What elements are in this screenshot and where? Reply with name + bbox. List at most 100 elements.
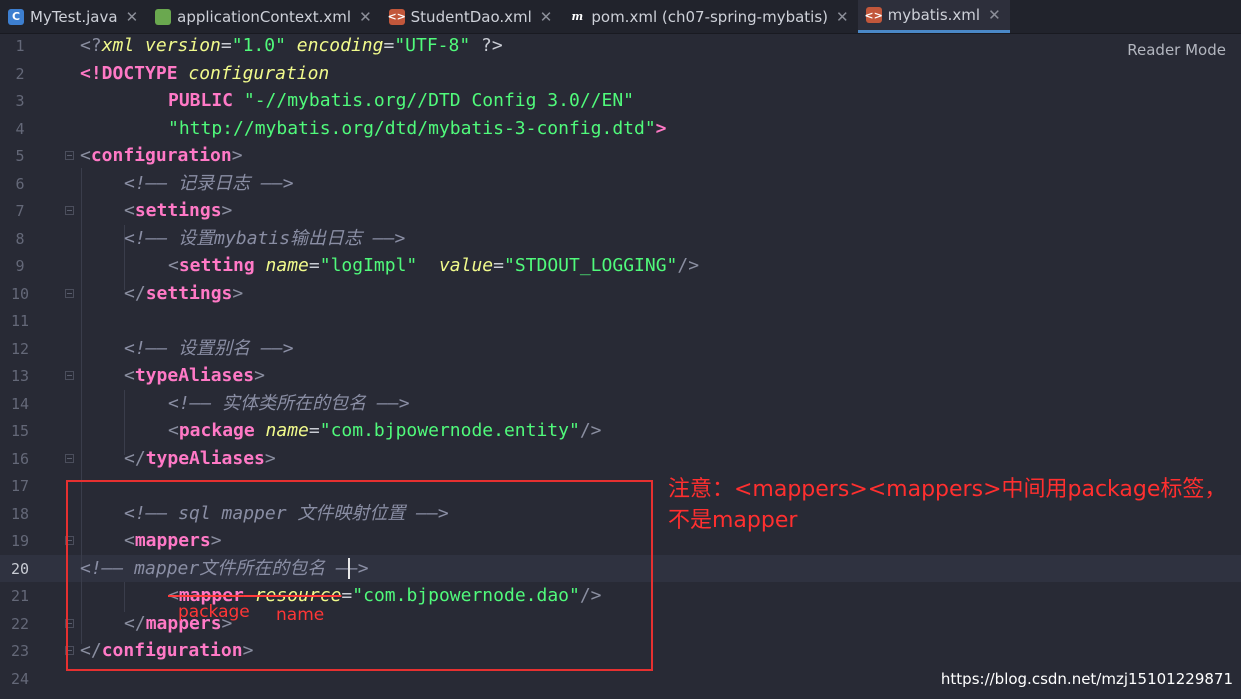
line-number: 18	[10, 504, 30, 523]
doctype-name: configuration	[177, 62, 330, 84]
line-number-current: 20	[10, 559, 30, 578]
code-line-14[interactable]: <!—— 实体类所在的包名 ——>	[168, 390, 410, 417]
close-icon[interactable]: ✕	[988, 6, 1001, 24]
equals: =	[308, 255, 320, 276]
close-icon[interactable]: ✕	[836, 8, 849, 26]
tab-mytest-java[interactable]: C MyTest.java ✕	[0, 0, 147, 33]
doctype-keyword: <!DOCTYPE	[80, 62, 178, 84]
code-line-13[interactable]: <typeAliases>	[124, 362, 265, 389]
tab-label: MyTest.java	[30, 7, 118, 26]
fold-toggle-icon[interactable]	[65, 454, 74, 463]
tag-name: setting	[178, 255, 255, 276]
attr-value: "STDOUT_LOGGING"	[503, 255, 678, 276]
attr-value: "1.0"	[231, 35, 286, 56]
line-number: 17	[10, 477, 30, 495]
handwritten-package-label: package	[178, 602, 250, 622]
attr-value: "com.bjpowernode.entity"	[319, 420, 580, 441]
code-line-7[interactable]: <settings>	[124, 197, 232, 224]
tab-label: StudentDao.xml	[410, 7, 532, 26]
line-number: 19	[10, 532, 30, 550]
equals: =	[383, 35, 395, 56]
bracket: />	[677, 255, 700, 276]
code-line-9[interactable]: <setting name="logImpl" value="STDOUT_LO…	[168, 252, 699, 279]
xml-file-icon: <>	[864, 7, 883, 23]
close-icon[interactable]: ✕	[126, 8, 139, 26]
line-number: 23	[10, 642, 30, 660]
tab-label: mybatis.xml	[887, 6, 981, 24]
tag-name: package	[178, 420, 255, 441]
line-number: 1	[15, 37, 25, 55]
attr-value: "logImpl"	[319, 255, 418, 276]
doctype-close: >	[655, 117, 667, 139]
close-icon[interactable]: ✕	[540, 8, 553, 26]
line-number: 4	[15, 119, 25, 138]
reader-mode-button[interactable]: Reader Mode	[1127, 41, 1226, 59]
tab-mybatis-xml[interactable]: <> mybatis.xml ✕	[857, 0, 1010, 33]
system-id: "http://mybatis.org/dtd/mybatis-3-config…	[168, 117, 656, 139]
xml-file-icon: <>	[387, 8, 406, 25]
bracket: <	[80, 145, 91, 166]
code-line-6[interactable]: <!—— 记录日志 ——>	[124, 170, 294, 197]
code-line-12[interactable]: <!—— 设置别名 ——>	[124, 335, 294, 362]
line-number: 22	[10, 614, 30, 633]
tab-pom-xml[interactable]: m pom.xml (ch07-spring-mybatis) ✕	[561, 0, 857, 33]
fold-toggle-icon[interactable]	[65, 289, 74, 298]
line-number: 24	[10, 669, 30, 688]
bracket: >	[232, 282, 244, 304]
xml-decl-close: ?>	[470, 35, 503, 56]
code-line-5[interactable]: <configuration>	[80, 142, 243, 169]
xml-decl-open: <?	[80, 35, 102, 56]
attr-value: "UTF-8"	[394, 35, 471, 56]
line-number: 11	[10, 312, 30, 330]
tag-name: configuration	[90, 145, 232, 166]
line-number: 10	[10, 284, 30, 303]
tab-studentdao-xml[interactable]: <> StudentDao.xml ✕	[381, 0, 562, 33]
code-line-16[interactable]: </typeAliases>	[124, 445, 276, 472]
tag-name: settings	[134, 200, 222, 221]
attr-name: name	[254, 420, 309, 441]
fold-toggle-icon[interactable]	[65, 151, 74, 160]
code-line-2[interactable]: <!DOCTYPE configuration	[80, 60, 329, 87]
line-number: 7	[15, 202, 25, 220]
attr-name: version	[134, 35, 221, 56]
bracket: </	[124, 447, 146, 469]
code-line-3[interactable]: PUBLIC "-//mybatis.org//DTD Config 3.0//…	[168, 87, 634, 114]
code-line-1[interactable]: <?xml version="1.0" encoding="UTF-8" ?>	[80, 32, 503, 59]
annotation-note: 注意：<mappers><mappers>中间用package标签，不是mapp…	[668, 477, 1227, 533]
line-number: 13	[10, 367, 30, 385]
tag-name: typeAliases	[134, 365, 255, 386]
bracket: >	[221, 200, 233, 221]
line-number: 14	[10, 394, 30, 413]
code-line-4[interactable]: "http://mybatis.org/dtd/mybatis-3-config…	[168, 115, 667, 142]
line-number: 16	[10, 449, 30, 468]
line-number: 21	[10, 587, 30, 605]
line-number: 5	[15, 147, 25, 165]
editor-tab-bar: C MyTest.java ✕ applicationContext.xml ✕…	[0, 0, 1241, 34]
bracket: </	[124, 282, 146, 304]
line-number: 12	[10, 339, 30, 358]
bracket: >	[264, 447, 276, 469]
line-number: 15	[10, 422, 30, 440]
line-number: 6	[15, 174, 25, 193]
bracket: <	[124, 200, 135, 221]
equals: =	[308, 420, 320, 441]
code-line-15[interactable]: <package name="com.bjpowernode.entity"/>	[168, 417, 602, 444]
attr-name: value	[417, 255, 494, 276]
line-number: 8	[15, 229, 25, 248]
bracket: />	[579, 420, 602, 441]
attr-name: name	[254, 255, 309, 276]
equals: =	[493, 255, 504, 276]
tag-name: settings	[145, 282, 233, 304]
fold-toggle-icon[interactable]	[65, 371, 74, 380]
code-line-10[interactable]: </settings>	[124, 280, 243, 307]
tab-label: applicationContext.xml	[177, 7, 352, 26]
watermark: https://blog.csdn.net/mzj15101229871	[940, 670, 1233, 688]
bracket: >	[231, 145, 243, 166]
fold-toggle-icon[interactable]	[65, 206, 74, 215]
bracket: >	[254, 365, 265, 386]
close-icon[interactable]: ✕	[359, 8, 372, 26]
code-line-8[interactable]: <!—— 设置mybatis输出日志 ——>	[124, 225, 405, 252]
tab-applicationcontext-xml[interactable]: applicationContext.xml ✕	[147, 0, 381, 33]
attr-name: encoding	[285, 35, 384, 56]
handwritten-name-label: name	[276, 605, 325, 625]
